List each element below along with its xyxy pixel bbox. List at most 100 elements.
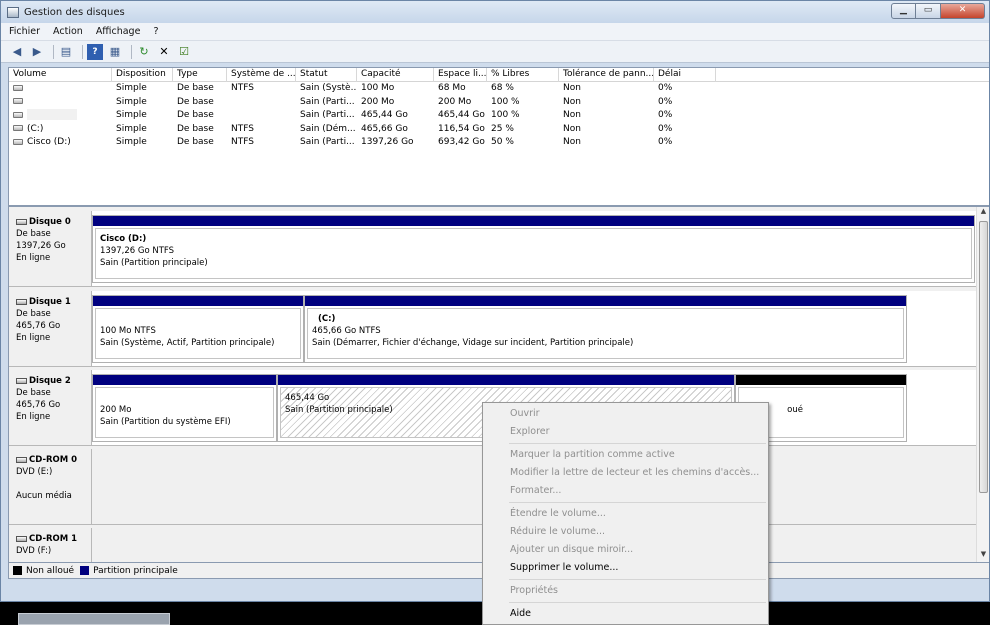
col-espace-libre[interactable]: Espace li... [434,68,487,82]
menu-change-letter[interactable]: Modifier la lettre de lecteur et les che… [483,464,768,482]
cdrom-label-1[interactable]: CD-ROM 1 DVD (F:) [9,528,92,562]
cell-type: De base [177,110,214,121]
menu-separator [509,579,766,580]
title-bar[interactable]: Gestion des disques ▁ ▭ ✕ [1,1,989,23]
cdrom-label-0[interactable]: CD-ROM 0 DVD (E:) Aucun média [9,449,92,525]
vertical-scrollbar[interactable]: ▲ ▼ [976,207,989,562]
menu-action[interactable]: Action [53,26,83,37]
menu-open[interactable]: Ouvrir [483,405,768,423]
menu-shrink[interactable]: Réduire le volume... [483,523,768,541]
menu-extend[interactable]: Étendre le volume... [483,505,768,523]
menu-format[interactable]: Formater... [483,482,768,500]
cdrom-drive: DVD (E:) [16,467,53,477]
back-arrow-icon[interactable]: ◀ [9,44,25,60]
partition-cisco-d[interactable]: Cisco (D:) 1397,26 Go NTFS Sain (Partiti… [92,215,975,283]
refresh-icon[interactable]: ↻ [136,44,152,60]
cell-delai: 0% [658,137,673,148]
table-row[interactable]: Simple De base Sain (Parti... 465,44 Go … [9,109,989,123]
menu-properties[interactable]: Propriétés [483,582,768,600]
col-capacite[interactable]: Capacité [357,68,434,82]
disk-partitions: 100 Mo NTFS Sain (Système, Actif, Partit… [92,291,977,367]
cell-volume: Cisco (D:) [27,137,71,148]
col-disposition[interactable]: Disposition [112,68,173,82]
minimize-button[interactable]: ▁ [891,3,916,19]
app-icon [7,6,19,18]
menu-help[interactable]: ? [153,26,158,37]
cell-tolerance: Non [563,96,581,107]
cell-tolerance: Non [563,137,581,148]
maximize-button[interactable]: ▭ [916,3,941,19]
cell-statut: Sain (Parti... [300,110,355,121]
cell-filesystem: NTFS [231,137,254,148]
cell-espace: 465,44 Go [438,110,485,121]
disk-size: 465,76 Go [16,321,61,331]
partition-bar [736,375,906,385]
menu-mark-active[interactable]: Marquer la partition comme active [483,446,768,464]
table-row[interactable]: Simple De base Sain (Parti... 200 Mo 200… [9,96,989,110]
table-row[interactable]: (C:) Simple De base NTFS Sain (Dém... 46… [9,123,989,137]
scroll-up-icon[interactable]: ▲ [977,207,989,219]
cell-statut: Sain (Parti... [300,96,355,107]
partition-c[interactable]: (C:) 465,66 Go NTFS Sain (Démarrer, Fich… [304,295,907,363]
disk-size: 465,76 Go [16,400,61,410]
disk-label-1[interactable]: Disque 1 De base 465,76 Go En ligne [9,291,92,367]
scroll-thumb[interactable] [979,221,988,493]
delete-icon[interactable]: ✕ [156,44,172,60]
help-icon[interactable]: ? [87,43,103,60]
cell-libres: 100 % [491,110,520,121]
scroll-down-icon[interactable]: ▼ [977,550,989,562]
col-type[interactable]: Type [173,68,227,82]
table-row[interactable]: Cisco (D:) Simple De base NTFS Sain (Par… [9,136,989,150]
disk-icon [16,218,27,225]
check-icon[interactable]: ☑ [176,44,192,60]
partition-status: Sain (Système, Actif, Partition principa… [100,338,275,348]
col-pct-libres[interactable]: % Libres [487,68,559,82]
disk-label-0[interactable]: Disque 0 De base 1397,26 Go En ligne [9,211,92,287]
menu-explore[interactable]: Explorer [483,423,768,441]
partition-name: Cisco (D:) [100,234,147,244]
disk-name: Disque 1 [29,297,71,307]
drive-icon [13,84,23,91]
cell-capacite: 1397,26 Go [361,137,414,148]
menu-affichage[interactable]: Affichage [96,26,141,37]
col-delai[interactable]: Délai [654,68,716,82]
cell-libres: 50 % [491,137,514,148]
drive-icon [13,98,23,105]
cell-capacite: 200 Mo [361,96,395,107]
col-volume[interactable]: Volume [9,68,112,82]
cell-delai: 0% [658,123,673,134]
menu-delete-volume[interactable]: Supprimer le volume... [483,559,768,577]
partition-system[interactable]: 100 Mo NTFS Sain (Système, Actif, Partit… [92,295,304,363]
cell-filesystem: NTFS [231,83,254,93]
close-button[interactable]: ✕ [941,3,985,19]
partition-size: 465,66 Go NTFS [312,326,381,336]
partition-bar [93,375,276,385]
partition-efi[interactable]: 200 Mo Sain (Partition du système EFI) [92,374,277,442]
col-filesystem[interactable]: Système de ... [227,68,296,82]
menu-separator [509,443,766,444]
disk-label-2[interactable]: Disque 2 De base 465,76 Go En ligne [9,370,92,446]
partition-size: 200 Mo [100,405,132,415]
disk-status: En ligne [16,412,51,422]
cell-statut: Sain (Systè... [300,83,357,93]
menu-help[interactable]: Aide [483,605,768,623]
window-title: Gestion des disques [24,6,125,18]
forward-arrow-icon[interactable]: ▶ [29,44,45,60]
disk-name: Disque 0 [29,217,71,227]
menu-fichier[interactable]: Fichier [9,26,40,37]
taskbar-button[interactable] [18,613,170,625]
menu-mirror[interactable]: Ajouter un disque miroir... [483,541,768,559]
volume-list-header: Volume Disposition Type Système de ... S… [9,68,989,82]
partition-bar [93,216,974,226]
table-row[interactable]: Simple De base NTFS Sain (Systè... 100 M… [9,82,989,96]
cell-statut: Sain (Parti... [300,137,355,148]
cell-delai: 0% [658,83,673,93]
drive-icon [13,125,23,132]
properties-icon[interactable]: ▦ [107,44,123,60]
console-tree-icon[interactable]: ▤ [58,44,74,60]
col-tolerance[interactable]: Tolérance de pann... [559,68,654,82]
legend-primary: Partition principale [93,565,178,576]
cell-capacite: 465,66 Go [361,123,408,134]
cell-filesystem [227,96,296,110]
col-statut[interactable]: Statut [296,68,357,82]
